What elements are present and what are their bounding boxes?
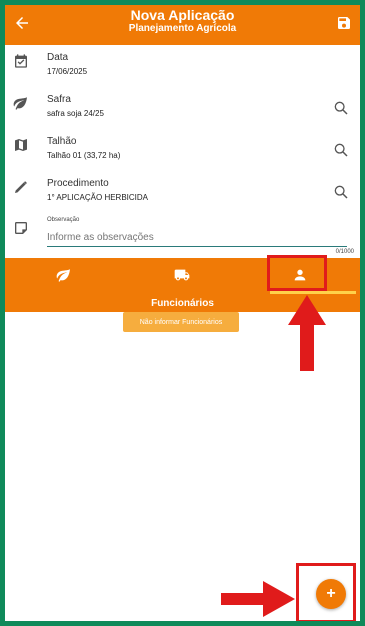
note-icon bbox=[15, 222, 27, 234]
observation-input[interactable] bbox=[47, 228, 347, 247]
field-label: Safra bbox=[47, 94, 71, 105]
field-procedimento[interactable]: Procedimento 1° APLICAÇÃO HERBICIDA bbox=[5, 176, 360, 218]
pen-icon bbox=[15, 181, 27, 193]
leaf-tab-icon bbox=[56, 269, 70, 282]
right-arrow-annotation bbox=[221, 581, 295, 617]
truck-icon bbox=[174, 269, 190, 281]
field-label: Talhão bbox=[47, 136, 77, 147]
calendar-check-icon bbox=[15, 54, 27, 68]
floppy-disk-icon[interactable] bbox=[336, 15, 352, 31]
header-titles: Nova Aplicação Planejamento Agrícola bbox=[45, 8, 320, 35]
tab-planting[interactable] bbox=[5, 258, 123, 294]
field-safra[interactable]: Safra safra soja 24/25 bbox=[5, 92, 360, 134]
field-value: safra soja 24/25 bbox=[47, 109, 104, 118]
no-staff-button[interactable]: Não informar Funcionários bbox=[123, 312, 239, 332]
highlight-box-employees-tab bbox=[267, 255, 327, 291]
active-tab-indicator bbox=[270, 291, 356, 294]
character-counter: 0/1000 bbox=[335, 249, 354, 255]
page-subtitle: Planejamento Agrícola bbox=[128, 23, 237, 34]
observation-label: Observação bbox=[47, 217, 80, 223]
field-data[interactable]: Data 17/06/2025 bbox=[5, 50, 360, 92]
field-label: Procedimento bbox=[47, 178, 109, 189]
field-value: 1° APLICAÇÃO HERBICIDA bbox=[47, 193, 149, 202]
field-value: Talhão 01 (33,72 ha) bbox=[47, 151, 121, 160]
app-header: Nova Aplicação Planejamento Agrícola bbox=[5, 5, 360, 45]
map-icon bbox=[15, 139, 27, 151]
search-icon[interactable] bbox=[333, 184, 349, 200]
page-title: Nova Aplicação bbox=[130, 7, 235, 23]
arrow-left-icon[interactable] bbox=[13, 14, 31, 32]
field-value: 17/06/2025 bbox=[47, 67, 88, 76]
app-frame: Nova Aplicação Planejamento Agrícola Dat… bbox=[0, 0, 365, 626]
up-arrow-annotation bbox=[288, 295, 326, 371]
leaf-icon bbox=[13, 97, 27, 110]
search-icon[interactable] bbox=[333, 100, 349, 116]
tab-machines[interactable] bbox=[123, 258, 241, 294]
field-label: Data bbox=[47, 52, 69, 63]
field-talhao[interactable]: Talhão Talhão 01 (33,72 ha) bbox=[5, 134, 360, 176]
search-icon[interactable] bbox=[333, 142, 349, 158]
add-button[interactable]: + bbox=[316, 579, 346, 609]
